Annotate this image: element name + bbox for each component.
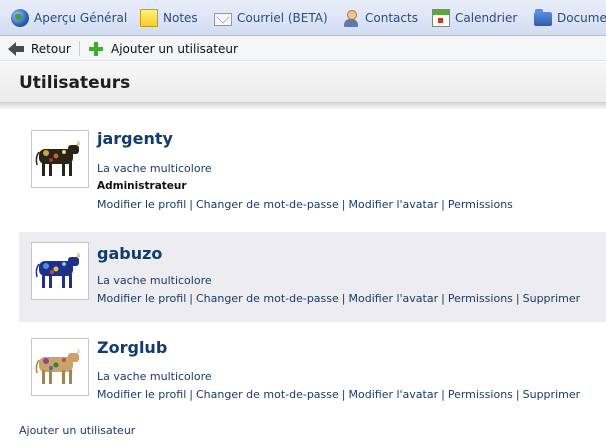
change-password-link[interactable]: Changer de mot-de-passe: [196, 198, 339, 211]
calendar-icon: [432, 9, 450, 27]
user-subtitle: La vache multicolore: [97, 370, 212, 383]
plus-icon: [89, 42, 103, 56]
separator: |: [441, 388, 445, 401]
back-button-label: Retour: [31, 42, 71, 56]
globe-icon: [11, 9, 29, 27]
edit-profile-link[interactable]: Modifier le profil: [97, 292, 186, 305]
separator: |: [441, 198, 445, 211]
nav-item-contacts[interactable]: Contacts: [342, 8, 418, 28]
separator: |: [515, 292, 520, 305]
username[interactable]: Zorglub: [97, 338, 167, 357]
user-role: Administrateur: [97, 180, 187, 192]
separator: |: [189, 292, 193, 305]
nav-item-label: Contacts: [365, 11, 418, 25]
separator: |: [515, 388, 520, 401]
arrow-left-icon: [8, 42, 25, 56]
change-password-link[interactable]: Changer de mot-de-passe: [196, 388, 339, 401]
avatar[interactable]: [31, 242, 89, 300]
page-header: Utilisateurs: [0, 62, 606, 102]
nav-item-label: Documents: [557, 11, 606, 25]
nav-item-apercu-general[interactable]: Aperçu Général: [11, 8, 127, 28]
user-row: jargenty La vache multicolore Administra…: [19, 118, 606, 220]
edit-avatar-link[interactable]: Modifier l'avatar: [349, 388, 439, 401]
separator: |: [341, 388, 346, 401]
mail-icon: [214, 12, 232, 26]
nav-item-label: Notes: [163, 11, 198, 25]
delete-link[interactable]: Supprimer: [523, 292, 581, 305]
toolbar-divider: [79, 41, 80, 56]
user-actions: Modifier le profil | Changer de mot-de-pas…: [97, 292, 580, 305]
username[interactable]: jargenty: [97, 129, 173, 148]
back-button[interactable]: Retour: [8, 40, 71, 58]
contacts-icon: [342, 9, 360, 27]
nav-item-label: Courriel (BETA): [237, 11, 328, 25]
edit-profile-link[interactable]: Modifier le profil: [97, 388, 186, 401]
separator: |: [189, 198, 193, 211]
notes-icon: [140, 9, 158, 27]
add-user-link[interactable]: Ajouter un utilisateur: [19, 424, 135, 437]
top-navigation: Aperçu Général Notes Courriel (BETA) Con…: [0, 0, 606, 36]
documents-icon: [534, 9, 552, 26]
nav-item-documents[interactable]: Documents: [534, 8, 606, 28]
nav-item-label: Calendrier: [455, 11, 518, 25]
user-row: Zorglub La vache multicolore Modifier le…: [19, 330, 606, 410]
cow-avatar-icon: [35, 348, 80, 384]
separator: |: [441, 292, 445, 305]
nav-item-label: Aperçu Général: [34, 11, 128, 25]
edit-avatar-link[interactable]: Modifier l'avatar: [349, 292, 439, 305]
header-divider: [0, 102, 606, 110]
separator: |: [341, 198, 346, 211]
permissions-link[interactable]: Permissions: [448, 292, 513, 305]
user-subtitle: La vache multicolore: [97, 162, 212, 175]
user-subtitle: La vache multicolore: [97, 274, 212, 287]
permissions-link[interactable]: Permissions: [448, 198, 513, 211]
delete-link[interactable]: Supprimer: [523, 388, 581, 401]
nav-item-courriel[interactable]: Courriel (BETA): [214, 8, 328, 28]
cow-avatar-icon: [35, 140, 80, 176]
change-password-link[interactable]: Changer de mot-de-passe: [196, 292, 339, 305]
nav-item-calendrier[interactable]: Calendrier: [432, 8, 517, 28]
edit-profile-link[interactable]: Modifier le profil: [97, 198, 186, 211]
separator: |: [341, 292, 346, 305]
add-user-button[interactable]: Ajouter un utilisateur: [89, 40, 238, 58]
page-title: Utilisateurs: [19, 73, 131, 93]
username[interactable]: gabuzo: [97, 244, 162, 263]
edit-avatar-link[interactable]: Modifier l'avatar: [349, 198, 439, 211]
user-row: gabuzo La vache multicolore Modifier le …: [19, 232, 606, 322]
nav-item-notes[interactable]: Notes: [140, 8, 198, 28]
user-actions: Modifier le profil | Changer de mot-de-pas…: [97, 388, 580, 401]
toolbar: Retour Ajouter un utilisateur: [0, 36, 606, 61]
avatar[interactable]: [31, 130, 89, 188]
add-user-button-label: Ajouter un utilisateur: [111, 42, 238, 56]
separator: |: [189, 388, 193, 401]
cow-avatar-icon: [35, 252, 80, 288]
avatar[interactable]: [31, 338, 89, 396]
permissions-link[interactable]: Permissions: [448, 388, 513, 401]
user-actions: Modifier le profil | Changer de mot-de-pas…: [97, 198, 513, 211]
